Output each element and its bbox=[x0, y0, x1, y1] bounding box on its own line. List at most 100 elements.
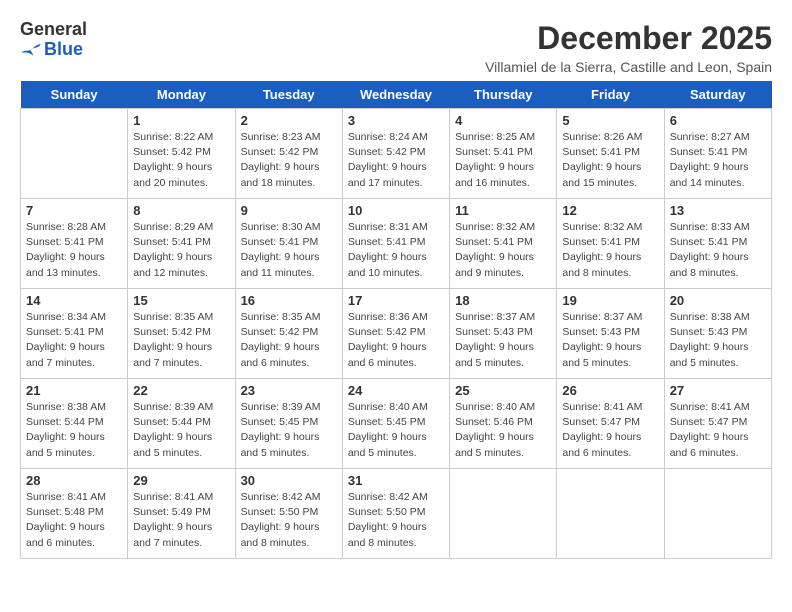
date-number: 29 bbox=[133, 473, 229, 488]
cell-info: Sunrise: 8:41 AM Sunset: 5:47 PM Dayligh… bbox=[562, 400, 658, 461]
calendar-cell bbox=[557, 469, 664, 559]
cell-info: Sunrise: 8:42 AM Sunset: 5:50 PM Dayligh… bbox=[241, 490, 337, 551]
date-number: 16 bbox=[241, 293, 337, 308]
date-number: 26 bbox=[562, 383, 658, 398]
calendar-cell bbox=[664, 469, 771, 559]
calendar-cell bbox=[21, 109, 128, 199]
date-number: 22 bbox=[133, 383, 229, 398]
cell-info: Sunrise: 8:40 AM Sunset: 5:46 PM Dayligh… bbox=[455, 400, 551, 461]
day-header-saturday: Saturday bbox=[664, 81, 771, 109]
date-number: 28 bbox=[26, 473, 122, 488]
title-section: December 2025 Villamiel de la Sierra, Ca… bbox=[485, 20, 772, 75]
calendar-cell: 20 Sunrise: 8:38 AM Sunset: 5:43 PM Dayli… bbox=[664, 289, 771, 379]
calendar-cell: 12Sunrise: 8:32 AM Sunset: 5:41 PM Dayli… bbox=[557, 199, 664, 289]
date-number: 5 bbox=[562, 113, 658, 128]
cell-info: Sunrise: 8:38 AM Sunset: 5:44 PM Dayligh… bbox=[26, 400, 122, 461]
calendar-cell: 25 Sunrise: 8:40 AM Sunset: 5:46 PM Dayli… bbox=[450, 379, 557, 469]
calendar-cell: 5 Sunrise: 8:26 AM Sunset: 5:41 PM Daylig… bbox=[557, 109, 664, 199]
cell-info: Sunrise: 8:29 AM Sunset: 5:41 PM Dayligh… bbox=[133, 220, 229, 281]
week-row-2: 7Sunrise: 8:28 AM Sunset: 5:41 PM Daylig… bbox=[21, 199, 772, 289]
date-number: 25 bbox=[455, 383, 551, 398]
day-header-sunday: Sunday bbox=[21, 81, 128, 109]
day-header-thursday: Thursday bbox=[450, 81, 557, 109]
date-number: 17 bbox=[348, 293, 444, 308]
date-number: 24 bbox=[348, 383, 444, 398]
calendar-cell: 23Sunrise: 8:39 AM Sunset: 5:45 PM Dayli… bbox=[235, 379, 342, 469]
cell-info: Sunrise: 8:24 AM Sunset: 5:42 PM Dayligh… bbox=[348, 130, 444, 191]
cell-info: Sunrise: 8:41 AM Sunset: 5:48 PM Dayligh… bbox=[26, 490, 122, 551]
date-number: 27 bbox=[670, 383, 766, 398]
calendar-cell: 8 Sunrise: 8:29 AM Sunset: 5:41 PM Daylig… bbox=[128, 199, 235, 289]
logo: General Blue bbox=[20, 20, 87, 60]
date-number: 10 bbox=[348, 203, 444, 218]
cell-info: Sunrise: 8:39 AM Sunset: 5:44 PM Dayligh… bbox=[133, 400, 229, 461]
cell-info: Sunrise: 8:35 AM Sunset: 5:42 PM Dayligh… bbox=[133, 310, 229, 371]
date-number: 21 bbox=[26, 383, 122, 398]
calendar-cell: 4 Sunrise: 8:25 AM Sunset: 5:41 PM Daylig… bbox=[450, 109, 557, 199]
date-number: 19 bbox=[562, 293, 658, 308]
cell-info: Sunrise: 8:25 AM Sunset: 5:41 PM Dayligh… bbox=[455, 130, 551, 191]
date-number: 23 bbox=[241, 383, 337, 398]
week-row-1: 1 Sunrise: 8:22 AM Sunset: 5:42 PM Daylig… bbox=[21, 109, 772, 199]
calendar-cell: 24 Sunrise: 8:40 AM Sunset: 5:45 PM Dayli… bbox=[342, 379, 449, 469]
cell-info: Sunrise: 8:33 AM Sunset: 5:41 PM Dayligh… bbox=[670, 220, 766, 281]
date-number: 9 bbox=[241, 203, 337, 218]
cell-info: Sunrise: 8:41 AM Sunset: 5:49 PM Dayligh… bbox=[133, 490, 229, 551]
cell-info: Sunrise: 8:32 AM Sunset: 5:41 PM Dayligh… bbox=[562, 220, 658, 281]
calendar-cell: 22 Sunrise: 8:39 AM Sunset: 5:44 PM Dayli… bbox=[128, 379, 235, 469]
cell-info: Sunrise: 8:38 AM Sunset: 5:43 PM Dayligh… bbox=[670, 310, 766, 371]
date-number: 2 bbox=[241, 113, 337, 128]
logo-blue: Blue bbox=[20, 40, 87, 60]
date-number: 4 bbox=[455, 113, 551, 128]
date-number: 3 bbox=[348, 113, 444, 128]
calendar-table: SundayMondayTuesdayWednesdayThursdayFrid… bbox=[20, 81, 772, 559]
date-number: 8 bbox=[133, 203, 229, 218]
calendar-cell: 19 Sunrise: 8:37 AM Sunset: 5:43 PM Dayli… bbox=[557, 289, 664, 379]
cell-info: Sunrise: 8:42 AM Sunset: 5:50 PM Dayligh… bbox=[348, 490, 444, 551]
day-header-tuesday: Tuesday bbox=[235, 81, 342, 109]
cell-info: Sunrise: 8:22 AM Sunset: 5:42 PM Dayligh… bbox=[133, 130, 229, 191]
date-number: 13 bbox=[670, 203, 766, 218]
month-title: December 2025 bbox=[485, 20, 772, 57]
cell-info: Sunrise: 8:37 AM Sunset: 5:43 PM Dayligh… bbox=[562, 310, 658, 371]
date-number: 31 bbox=[348, 473, 444, 488]
calendar-cell bbox=[450, 469, 557, 559]
page-header: General Blue December 2025 Villamiel de … bbox=[20, 20, 772, 75]
calendar-cell: 17Sunrise: 8:36 AM Sunset: 5:42 PM Dayli… bbox=[342, 289, 449, 379]
calendar-cell: 2 Sunrise: 8:23 AM Sunset: 5:42 PM Daylig… bbox=[235, 109, 342, 199]
date-number: 18 bbox=[455, 293, 551, 308]
logo-general: General bbox=[20, 20, 87, 40]
calendar-cell: 31 Sunrise: 8:42 AM Sunset: 5:50 PM Dayli… bbox=[342, 469, 449, 559]
date-number: 14 bbox=[26, 293, 122, 308]
week-row-3: 14 Sunrise: 8:34 AM Sunset: 5:41 PM Dayli… bbox=[21, 289, 772, 379]
day-header-monday: Monday bbox=[128, 81, 235, 109]
calendar-cell: 11 Sunrise: 8:32 AM Sunset: 5:41 PM Dayli… bbox=[450, 199, 557, 289]
calendar-cell: 1 Sunrise: 8:22 AM Sunset: 5:42 PM Daylig… bbox=[128, 109, 235, 199]
week-row-4: 21 Sunrise: 8:38 AM Sunset: 5:44 PM Dayli… bbox=[21, 379, 772, 469]
date-number: 15 bbox=[133, 293, 229, 308]
calendar-cell: 28 Sunrise: 8:41 AM Sunset: 5:48 PM Dayli… bbox=[21, 469, 128, 559]
calendar-cell: 30 Sunrise: 8:42 AM Sunset: 5:50 PM Dayli… bbox=[235, 469, 342, 559]
week-row-5: 28 Sunrise: 8:41 AM Sunset: 5:48 PM Dayli… bbox=[21, 469, 772, 559]
date-number: 7 bbox=[26, 203, 122, 218]
calendar-cell: 29 Sunrise: 8:41 AM Sunset: 5:49 PM Dayli… bbox=[128, 469, 235, 559]
calendar-cell: 7Sunrise: 8:28 AM Sunset: 5:41 PM Daylig… bbox=[21, 199, 128, 289]
cell-info: Sunrise: 8:41 AM Sunset: 5:47 PM Dayligh… bbox=[670, 400, 766, 461]
cell-info: Sunrise: 8:37 AM Sunset: 5:43 PM Dayligh… bbox=[455, 310, 551, 371]
calendar-cell: 27 Sunrise: 8:41 AM Sunset: 5:47 PM Dayli… bbox=[664, 379, 771, 469]
cell-info: Sunrise: 8:30 AM Sunset: 5:41 PM Dayligh… bbox=[241, 220, 337, 281]
date-number: 1 bbox=[133, 113, 229, 128]
cell-info: Sunrise: 8:34 AM Sunset: 5:41 PM Dayligh… bbox=[26, 310, 122, 371]
cell-info: Sunrise: 8:40 AM Sunset: 5:45 PM Dayligh… bbox=[348, 400, 444, 461]
date-number: 11 bbox=[455, 203, 551, 218]
date-number: 30 bbox=[241, 473, 337, 488]
cell-info: Sunrise: 8:27 AM Sunset: 5:41 PM Dayligh… bbox=[670, 130, 766, 191]
cell-info: Sunrise: 8:32 AM Sunset: 5:41 PM Dayligh… bbox=[455, 220, 551, 281]
date-number: 20 bbox=[670, 293, 766, 308]
cell-info: Sunrise: 8:26 AM Sunset: 5:41 PM Dayligh… bbox=[562, 130, 658, 191]
calendar-cell: 15 Sunrise: 8:35 AM Sunset: 5:42 PM Dayli… bbox=[128, 289, 235, 379]
logo-bird-icon bbox=[20, 42, 42, 58]
calendar-cell: 21 Sunrise: 8:38 AM Sunset: 5:44 PM Dayli… bbox=[21, 379, 128, 469]
date-number: 6 bbox=[670, 113, 766, 128]
cell-info: Sunrise: 8:23 AM Sunset: 5:42 PM Dayligh… bbox=[241, 130, 337, 191]
